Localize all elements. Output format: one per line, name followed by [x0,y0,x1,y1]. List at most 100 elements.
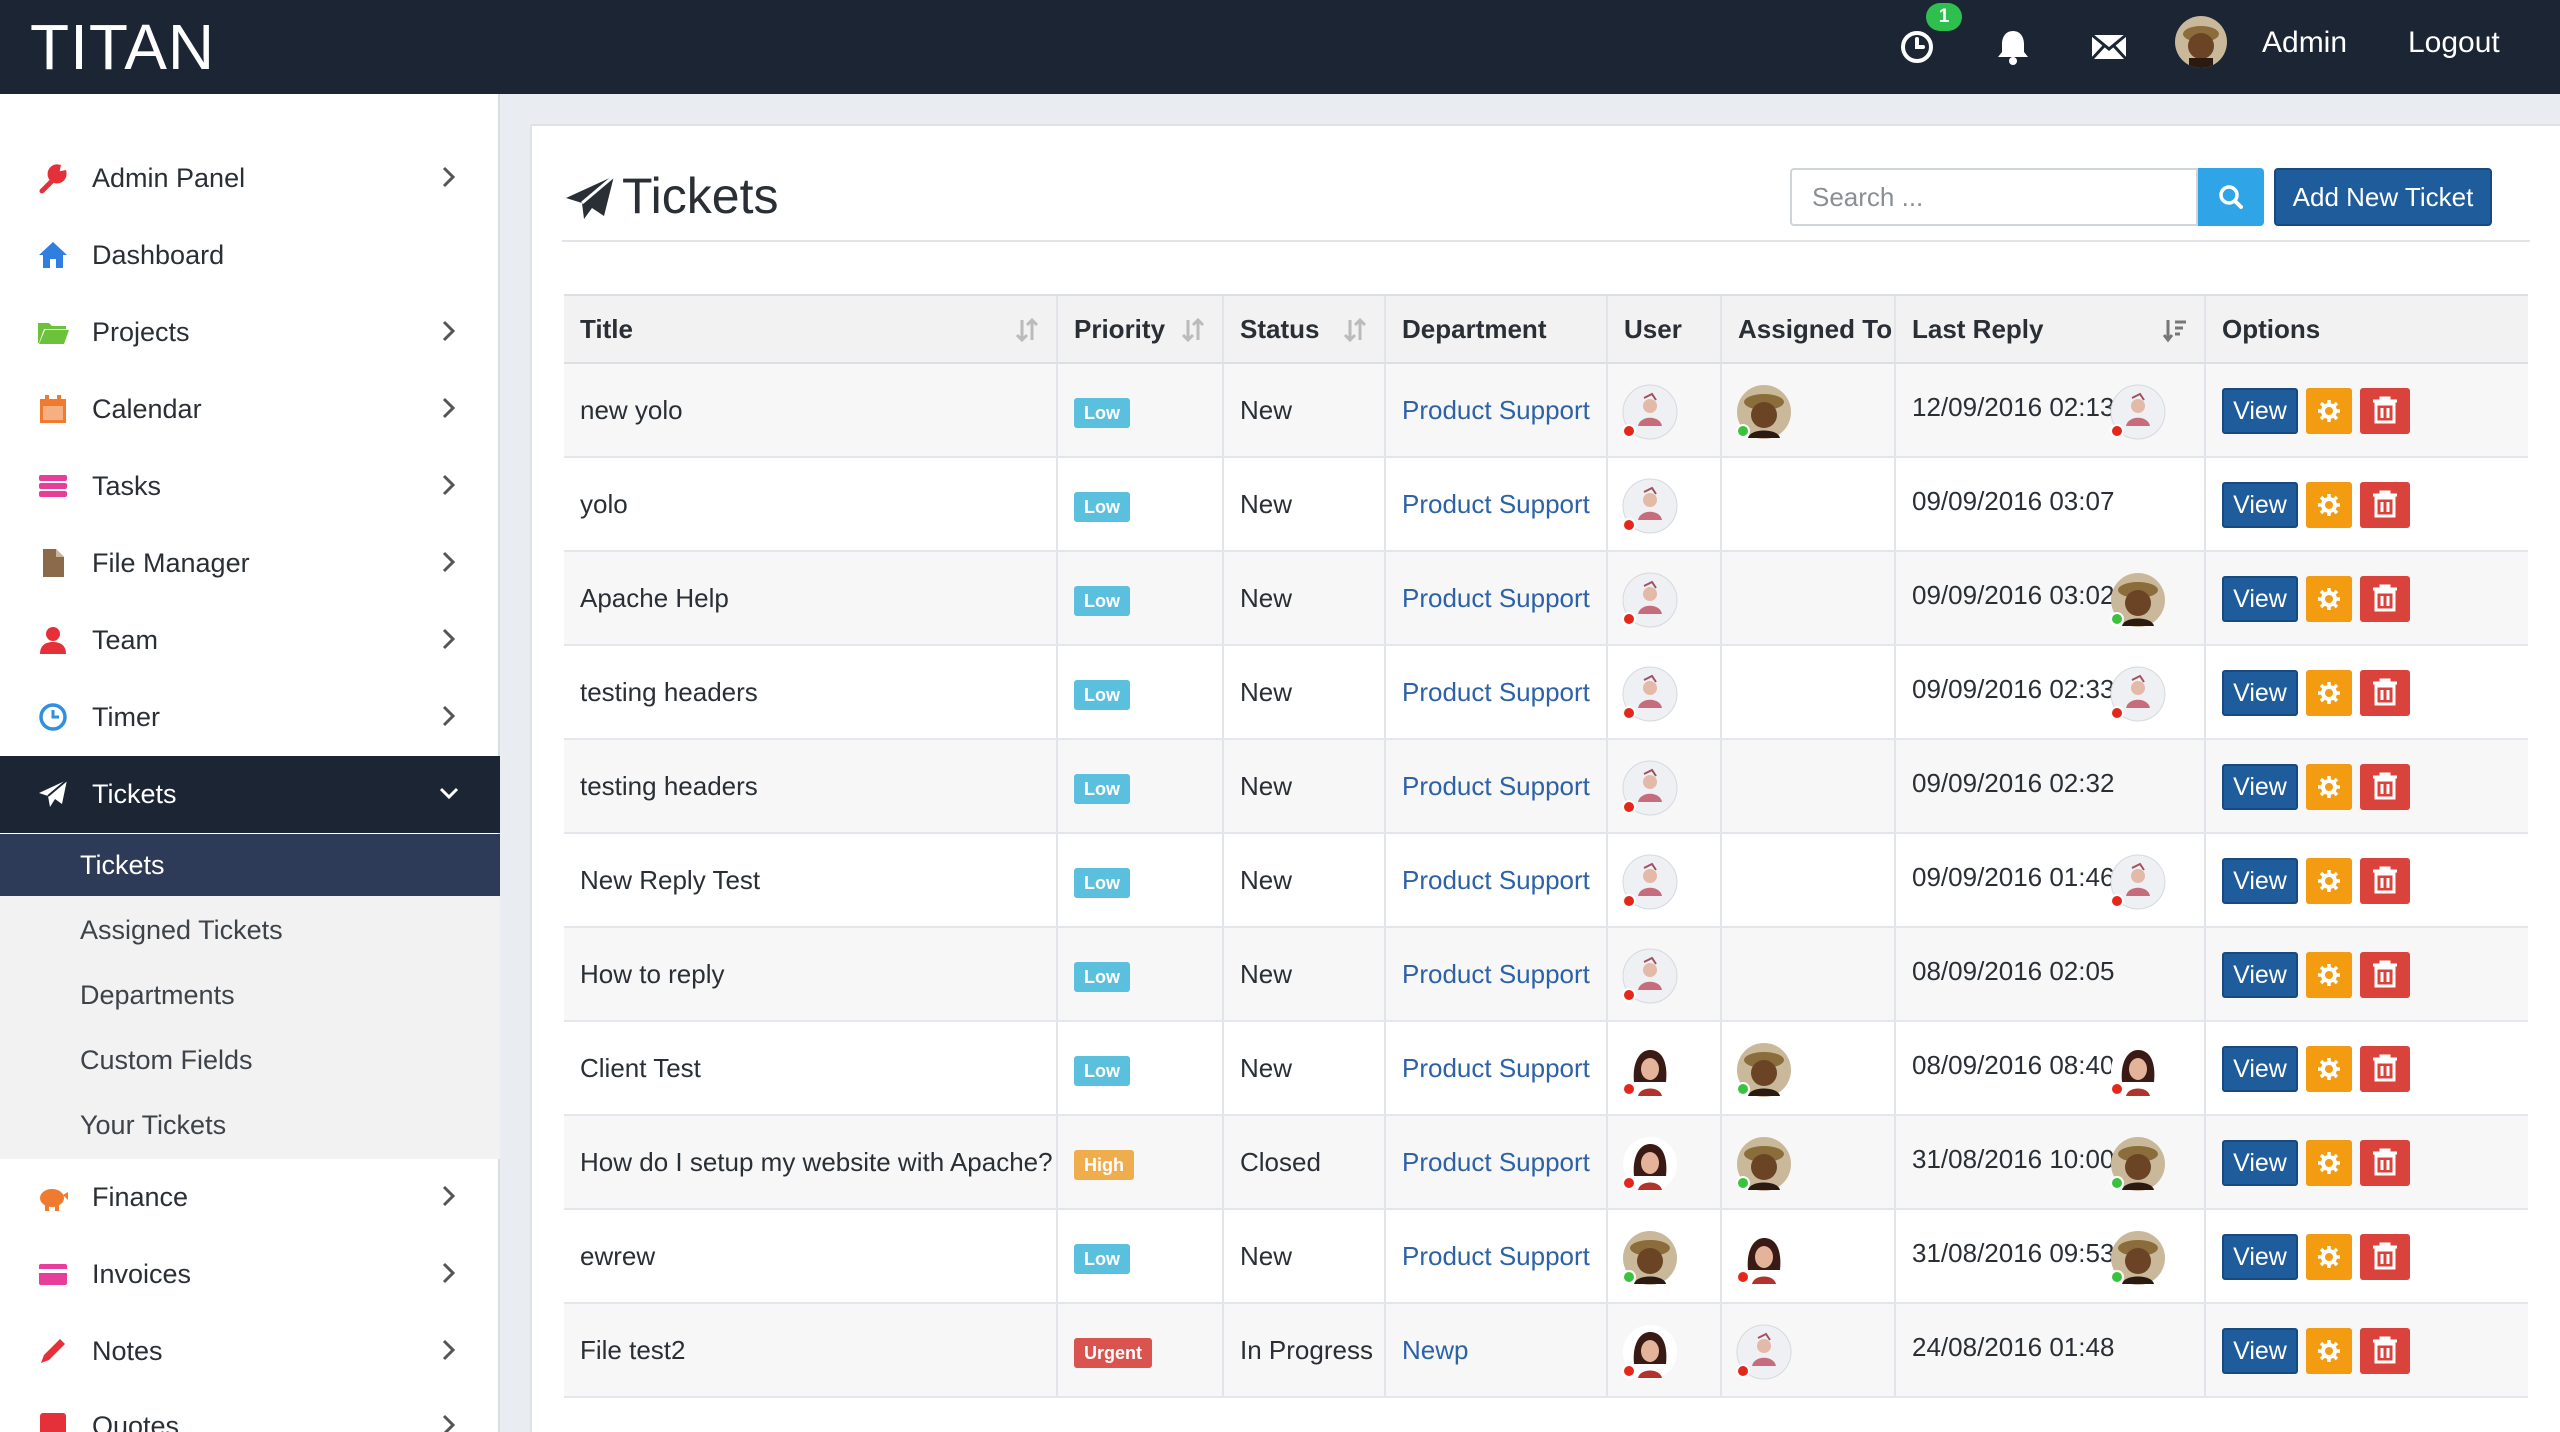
edit-button[interactable] [2306,1328,2352,1374]
user-avatar[interactable] [1622,854,1678,910]
view-button[interactable]: View [2222,576,2298,622]
edit-button[interactable] [2306,1140,2352,1186]
assigned-avatar[interactable] [1736,384,1792,440]
edit-button[interactable] [2306,1234,2352,1280]
user-avatar[interactable] [1622,1136,1678,1192]
submenu-item-departments[interactable]: Departments [0,964,500,1026]
user-avatar[interactable] [1622,572,1678,628]
department-link[interactable]: Product Support [1402,646,1590,738]
edit-button[interactable] [2306,858,2352,904]
sidebar-item-finance[interactable]: Finance [0,1159,500,1236]
sidebar-item-tasks[interactable]: Tasks [0,448,500,525]
search-input[interactable] [1790,168,2198,226]
department-link[interactable]: Product Support [1402,834,1590,926]
submenu-item-assigned-tickets[interactable]: Assigned Tickets [0,899,500,961]
delete-button[interactable] [2360,388,2410,434]
user-avatar[interactable] [1622,478,1678,534]
ticket-title[interactable]: New Reply Test [580,834,760,926]
admin-menu-link[interactable]: Admin [2262,22,2347,64]
user-avatar[interactable] [1622,384,1678,440]
edit-button[interactable] [2306,670,2352,716]
edit-button[interactable] [2306,952,2352,998]
sidebar-item-notes[interactable]: Notes [0,1313,500,1390]
delete-button[interactable] [2360,576,2410,622]
column-header-department[interactable]: Department [1386,296,1608,362]
delete-button[interactable] [2360,952,2410,998]
sidebar-item-timer[interactable]: Timer [0,679,500,756]
department-link[interactable]: Product Support [1402,1210,1590,1302]
reply-avatar[interactable] [2110,1230,2166,1286]
ticket-title[interactable]: new yolo [580,364,683,456]
sidebar-item-quotes[interactable]: Quotes [0,1388,500,1432]
user-avatar[interactable] [1622,1324,1678,1380]
submenu-item-your-tickets[interactable]: Your Tickets [0,1094,500,1156]
department-link[interactable]: Product Support [1402,928,1590,1020]
sidebar-item-invoices[interactable]: Invoices [0,1236,500,1313]
search-button[interactable] [2198,168,2264,226]
ticket-title[interactable]: File test2 [580,1304,686,1396]
column-header-assigned-to[interactable]: Assigned To [1722,296,1896,362]
sort-desc-icon[interactable] [2162,316,2188,344]
sidebar-item-tickets[interactable]: Tickets [0,756,500,833]
delete-button[interactable] [2360,764,2410,810]
user-avatar[interactable] [1622,760,1678,816]
department-link[interactable]: Product Support [1402,1022,1590,1114]
reply-avatar[interactable] [2110,384,2166,440]
submenu-item-tickets[interactable]: Tickets [0,834,500,896]
delete-button[interactable] [2360,670,2410,716]
view-button[interactable]: View [2222,1140,2298,1186]
column-header-title[interactable]: Title [564,296,1058,362]
add-new-ticket-button[interactable]: Add New Ticket [2274,168,2492,226]
assigned-avatar[interactable] [1736,1324,1792,1380]
delete-button[interactable] [2360,858,2410,904]
view-button[interactable]: View [2222,1234,2298,1280]
edit-button[interactable] [2306,482,2352,528]
view-button[interactable]: View [2222,482,2298,528]
department-link[interactable]: Product Support [1402,1116,1590,1208]
assigned-avatar[interactable] [1736,1230,1792,1286]
sort-icon[interactable] [1014,316,1040,344]
column-header-user[interactable]: User [1608,296,1722,362]
view-button[interactable]: View [2222,1046,2298,1092]
ticket-title[interactable]: How do I setup my website with Apache? [580,1116,1053,1208]
ticket-title[interactable]: ewrew [580,1210,655,1302]
reply-avatar[interactable] [2110,1136,2166,1192]
view-button[interactable]: View [2222,388,2298,434]
ticket-title[interactable]: Apache Help [580,552,729,644]
user-avatar[interactable] [2175,16,2227,68]
submenu-item-custom-fields[interactable]: Custom Fields [0,1029,500,1091]
ticket-title[interactable]: testing headers [580,740,758,832]
delete-button[interactable] [2360,1328,2410,1374]
sort-icon[interactable] [1342,316,1368,344]
department-link[interactable]: Product Support [1402,740,1590,832]
edit-button[interactable] [2306,1046,2352,1092]
edit-button[interactable] [2306,764,2352,810]
department-link[interactable]: Product Support [1402,458,1590,550]
ticket-title[interactable]: Client Test [580,1022,701,1114]
assigned-avatar[interactable] [1736,1042,1792,1098]
delete-button[interactable] [2360,1234,2410,1280]
reply-avatar[interactable] [2110,1042,2166,1098]
logout-link[interactable]: Logout [2408,22,2500,64]
sidebar-item-dashboard[interactable]: Dashboard [0,217,500,294]
reply-avatar[interactable] [2110,666,2166,722]
brand-logo[interactable]: TITAN [30,8,215,86]
user-avatar[interactable] [1622,1042,1678,1098]
view-button[interactable]: View [2222,764,2298,810]
edit-button[interactable] [2306,388,2352,434]
bell-icon[interactable] [1988,22,2038,72]
department-link[interactable]: Newp [1402,1304,1468,1396]
department-link[interactable]: Product Support [1402,552,1590,644]
user-avatar[interactable] [1622,666,1678,722]
column-header-last-reply[interactable]: Last Reply [1896,296,2206,362]
ticket-title[interactable]: How to reply [580,928,725,1020]
sidebar-item-file-manager[interactable]: File Manager [0,525,500,602]
sidebar-item-calendar[interactable]: Calendar [0,371,500,448]
delete-button[interactable] [2360,1046,2410,1092]
reply-avatar[interactable] [2110,572,2166,628]
department-link[interactable]: Product Support [1402,364,1590,456]
sort-icon[interactable] [1180,316,1206,344]
user-avatar[interactable] [1622,948,1678,1004]
reply-avatar[interactable] [2110,854,2166,910]
view-button[interactable]: View [2222,952,2298,998]
